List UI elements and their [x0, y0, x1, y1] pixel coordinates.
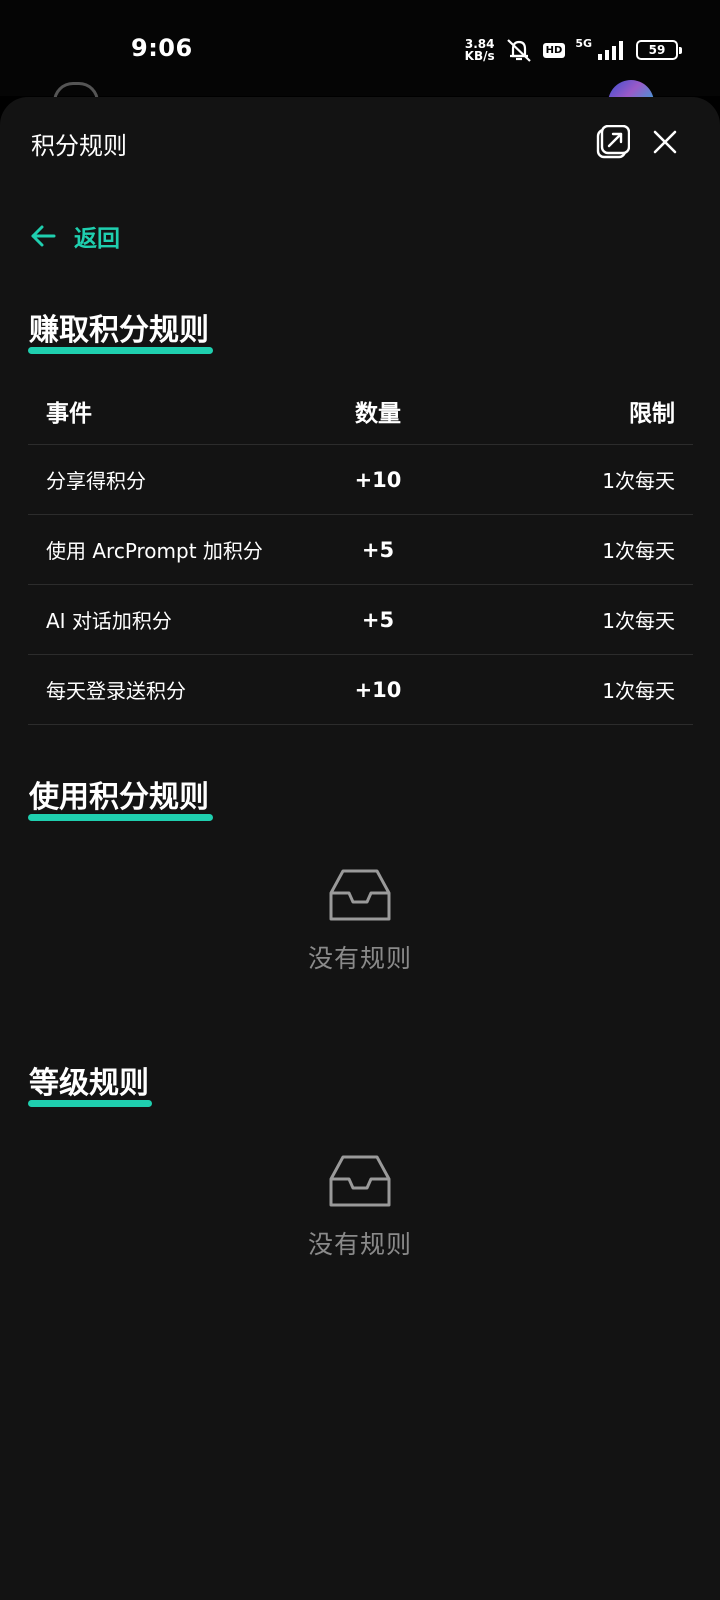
back-arrow-icon — [31, 225, 56, 247]
level-rules-empty-state: 没有规则 — [0, 1155, 720, 1261]
empty-text: 没有规则 — [307, 944, 412, 973]
hd-badge: HD — [542, 42, 566, 58]
signal-bars-icon — [598, 41, 623, 60]
close-icon[interactable] — [650, 127, 680, 157]
back-button[interactable]: 返回 — [30, 219, 120, 253]
network-speed: 3.84 KB/s — [464, 37, 495, 63]
sheet-title: 积分规则 — [31, 132, 127, 160]
row-limit: 1次每天 — [602, 679, 675, 703]
status-icons: 3.84 KB/s HD 5G 59 — [464, 36, 682, 64]
inbox-empty-icon — [329, 1155, 391, 1207]
column-header-qty: 数量 — [355, 400, 401, 427]
table-row: AI 对话加积分 +5 1次每天 — [28, 585, 693, 655]
use-rules-underline — [28, 814, 213, 821]
table-header: 事件 数量 限制 — [28, 377, 693, 445]
inbox-empty-icon — [329, 869, 391, 921]
earn-rules-title: 赚取积分规则 — [29, 313, 209, 348]
earn-rules-table: 事件 数量 限制 分享得积分 +10 1次每天 使用 ArcPrompt 加积分… — [28, 377, 693, 725]
empty-text: 没有规则 — [307, 1230, 412, 1259]
row-limit: 1次每天 — [602, 609, 675, 633]
column-header-event: 事件 — [46, 400, 92, 427]
earn-rules-underline — [28, 347, 213, 354]
back-label: 返回 — [74, 226, 120, 252]
open-external-icon[interactable] — [596, 125, 630, 159]
row-event: 分享得积分 — [46, 469, 146, 493]
row-limit: 1次每天 — [602, 469, 675, 493]
row-event: 使用 ArcPrompt 加积分 — [46, 539, 263, 563]
level-rules-title: 等级规则 — [29, 1066, 149, 1101]
mute-bell-icon — [506, 39, 531, 62]
level-rules-underline — [28, 1100, 152, 1107]
use-rules-empty-state: 没有规则 — [0, 869, 720, 975]
points-rules-sheet: 积分规则 返回 赚取积分规则 事件 数量 限制 分享得积分 +10 1次每天 使… — [0, 97, 720, 1600]
status-time: 9:06 — [131, 34, 193, 62]
status-bar: 9:06 3.84 KB/s HD 5G 59 — [0, 0, 720, 96]
row-event: 每天登录送积分 — [46, 679, 186, 703]
table-row: 分享得积分 +10 1次每天 — [28, 445, 693, 515]
row-event: AI 对话加积分 — [46, 609, 172, 633]
battery-icon: 59 — [636, 40, 682, 60]
row-qty: +10 — [354, 467, 402, 492]
row-qty: +5 — [361, 537, 395, 562]
network-type: 5G — [575, 36, 592, 50]
table-row: 每天登录送积分 +10 1次每天 — [28, 655, 693, 725]
row-limit: 1次每天 — [602, 539, 675, 563]
row-qty: +5 — [361, 607, 395, 632]
table-row: 使用 ArcPrompt 加积分 +5 1次每天 — [28, 515, 693, 585]
row-qty: +10 — [354, 677, 402, 702]
column-header-limit: 限制 — [629, 400, 675, 427]
use-rules-title: 使用积分规则 — [29, 780, 209, 815]
